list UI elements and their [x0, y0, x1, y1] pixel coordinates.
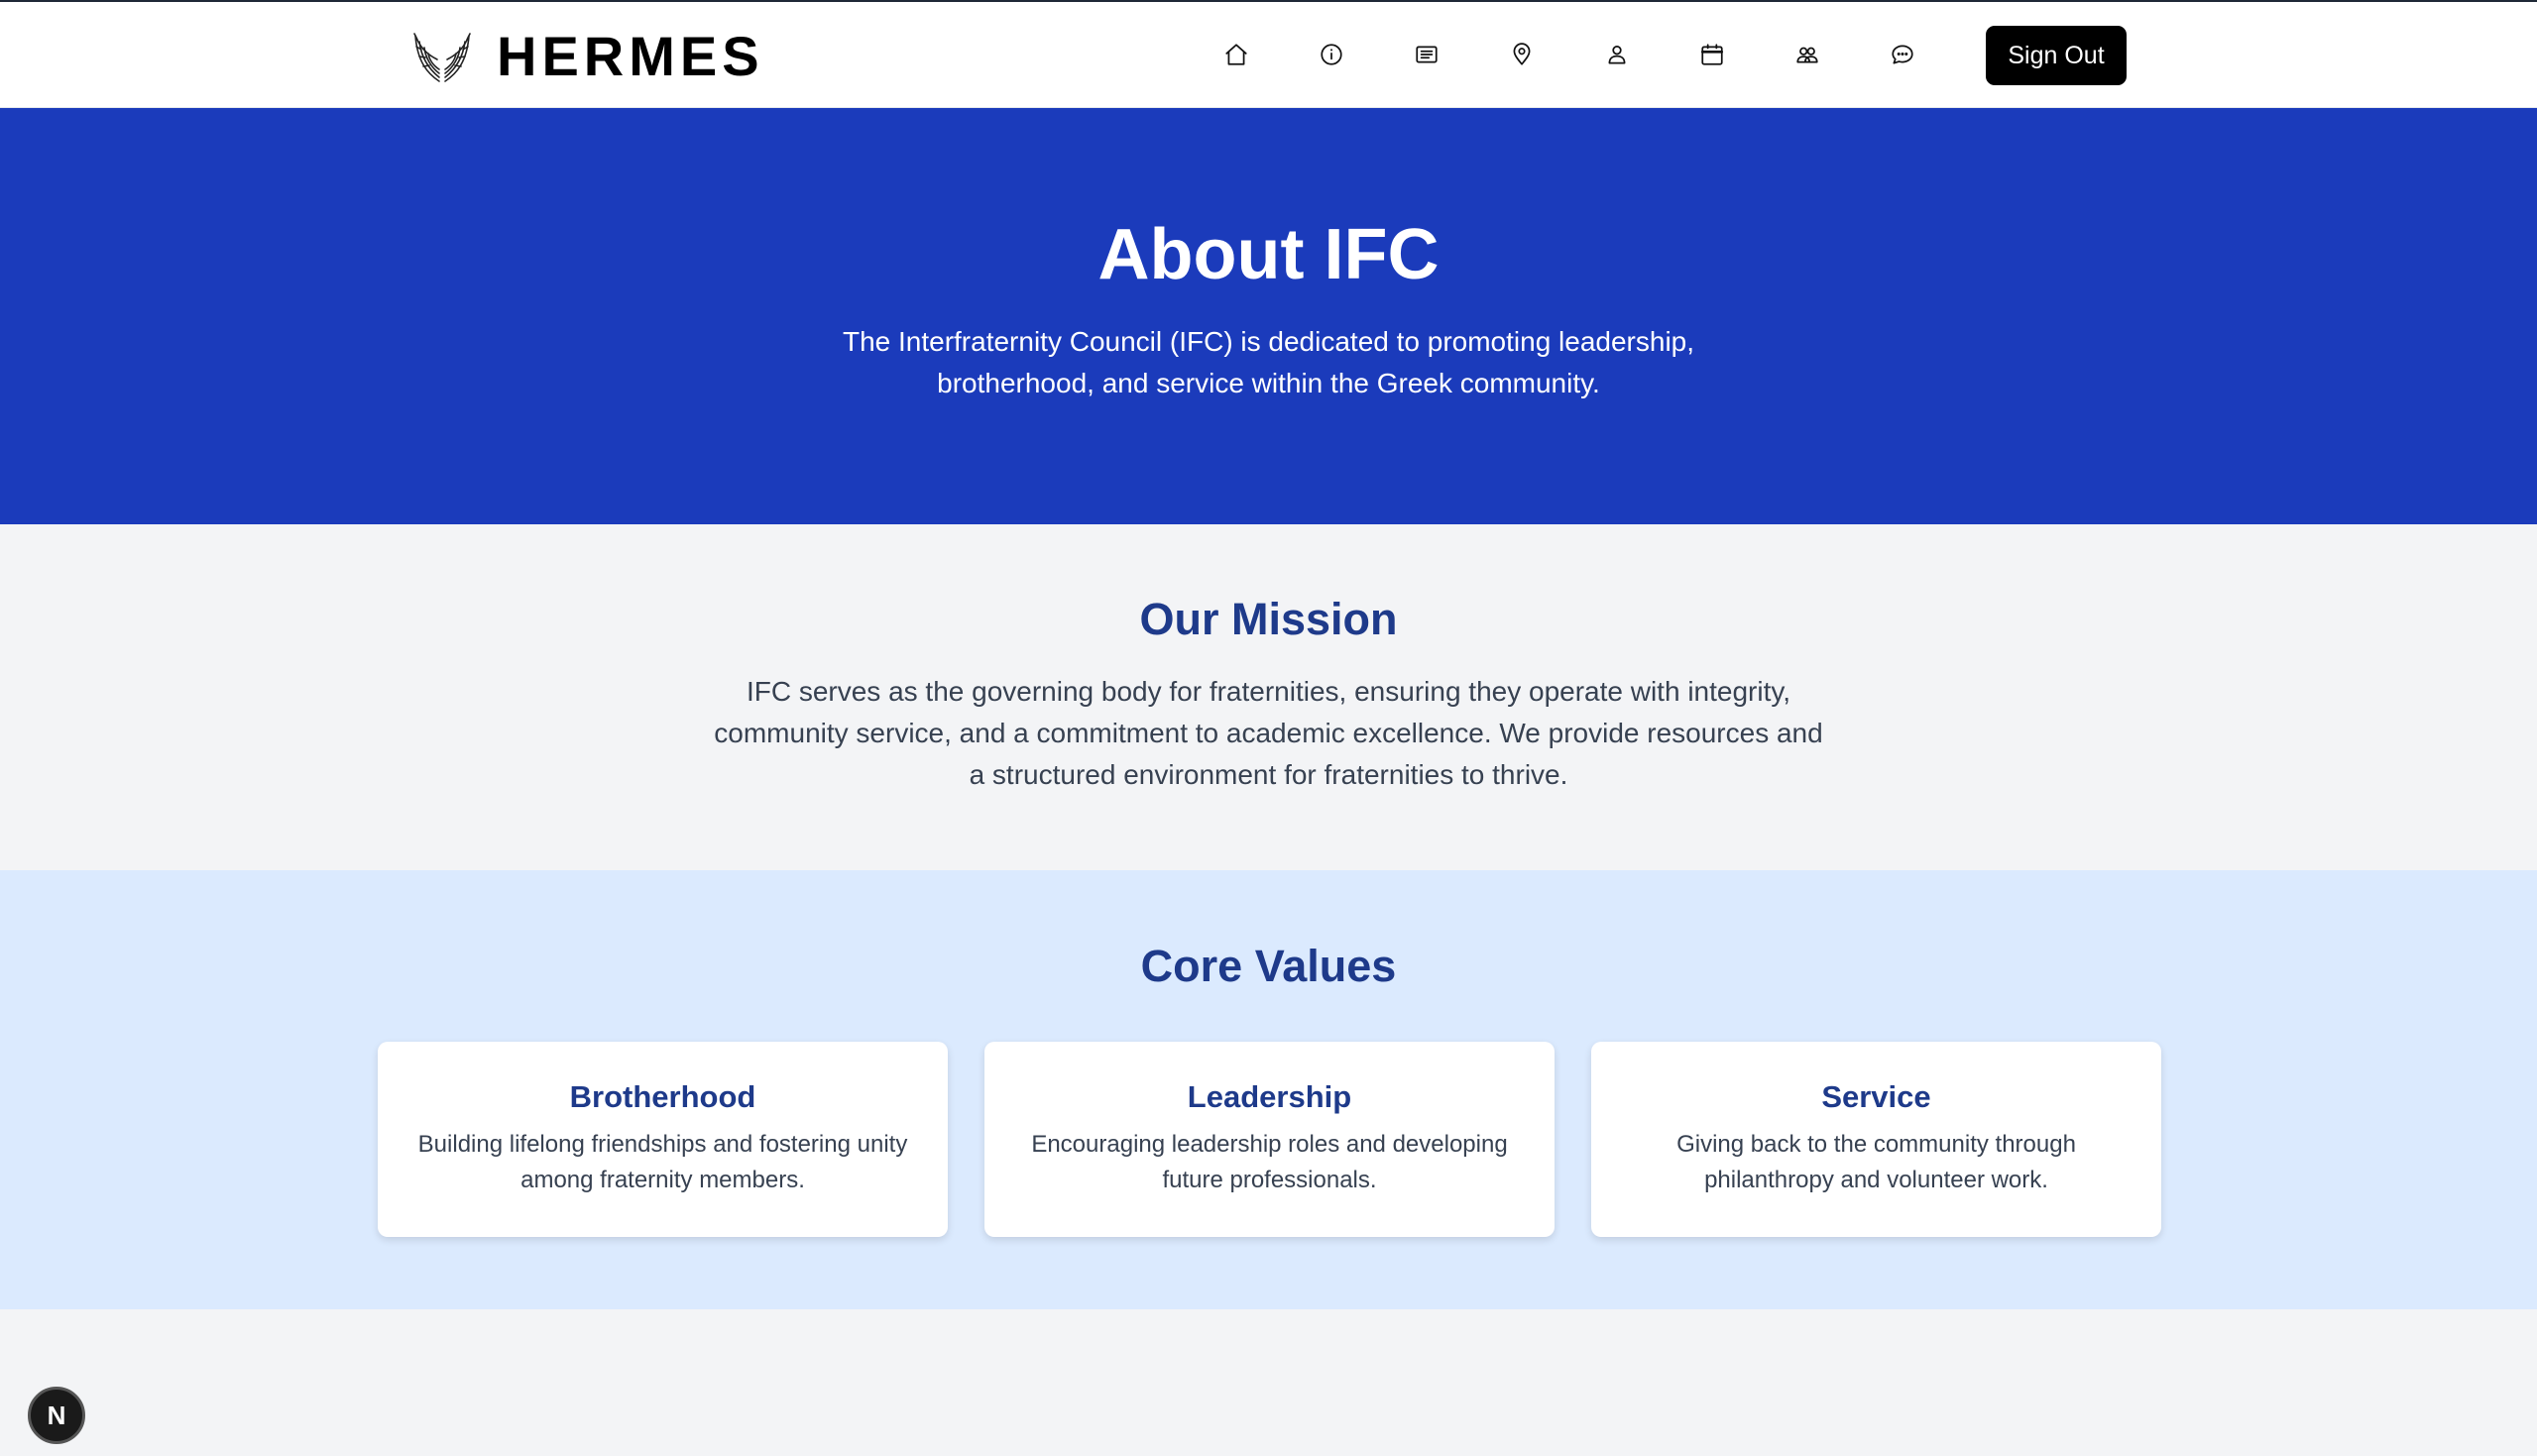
value-card-title: Brotherhood: [569, 1079, 756, 1114]
value-card-title: Service: [1821, 1079, 1931, 1114]
calendar-icon[interactable]: [1692, 35, 1732, 74]
chapters-icon[interactable]: [1787, 35, 1827, 74]
value-card-text: Giving back to the community through phi…: [1676, 1131, 2076, 1193]
home-icon[interactable]: [1216, 35, 1256, 74]
location-icon[interactable]: [1502, 35, 1542, 74]
dev-tools-badge[interactable]: N: [28, 1387, 85, 1444]
top-navbar: HERMES Sign Out: [0, 0, 2537, 108]
value-card-service: Service Giving back to the community thr…: [1591, 1042, 2161, 1237]
mission-text: IFC serves as the governing body for fra…: [714, 676, 1823, 790]
value-card-leadership: Leadership Encouraging leadership roles …: [984, 1042, 1555, 1237]
page-footer-space: [0, 1309, 2537, 1456]
value-card-text: Building lifelong friendships and foster…: [417, 1131, 908, 1193]
hero-description: The Interfraternity Council (IFC) is ded…: [842, 326, 1695, 398]
page-title: About IFC: [1097, 215, 1440, 294]
nav-icon-bar: [0, 35, 2537, 74]
info-icon[interactable]: [1312, 35, 1351, 74]
value-card-title: Leadership: [1187, 1079, 1352, 1114]
core-values-heading: Core Values: [1140, 941, 1397, 991]
value-card-text: Encouraging leadership roles and develop…: [1031, 1131, 1508, 1193]
value-card-brotherhood: Brotherhood Building lifelong friendship…: [378, 1042, 948, 1237]
mission-section: Our Mission IFC serves as the governing …: [0, 524, 2537, 870]
hero-section: About IFC The Interfraternity Council (I…: [0, 108, 2537, 524]
profile-icon[interactable]: [1597, 35, 1637, 74]
core-values-section: Core Values Brotherhood Building lifelon…: [0, 870, 2537, 1309]
sign-out-button[interactable]: Sign Out: [1986, 26, 2127, 85]
news-icon[interactable]: [1407, 35, 1446, 74]
chat-icon[interactable]: [1883, 35, 1922, 74]
mission-heading: Our Mission: [1139, 594, 1398, 644]
